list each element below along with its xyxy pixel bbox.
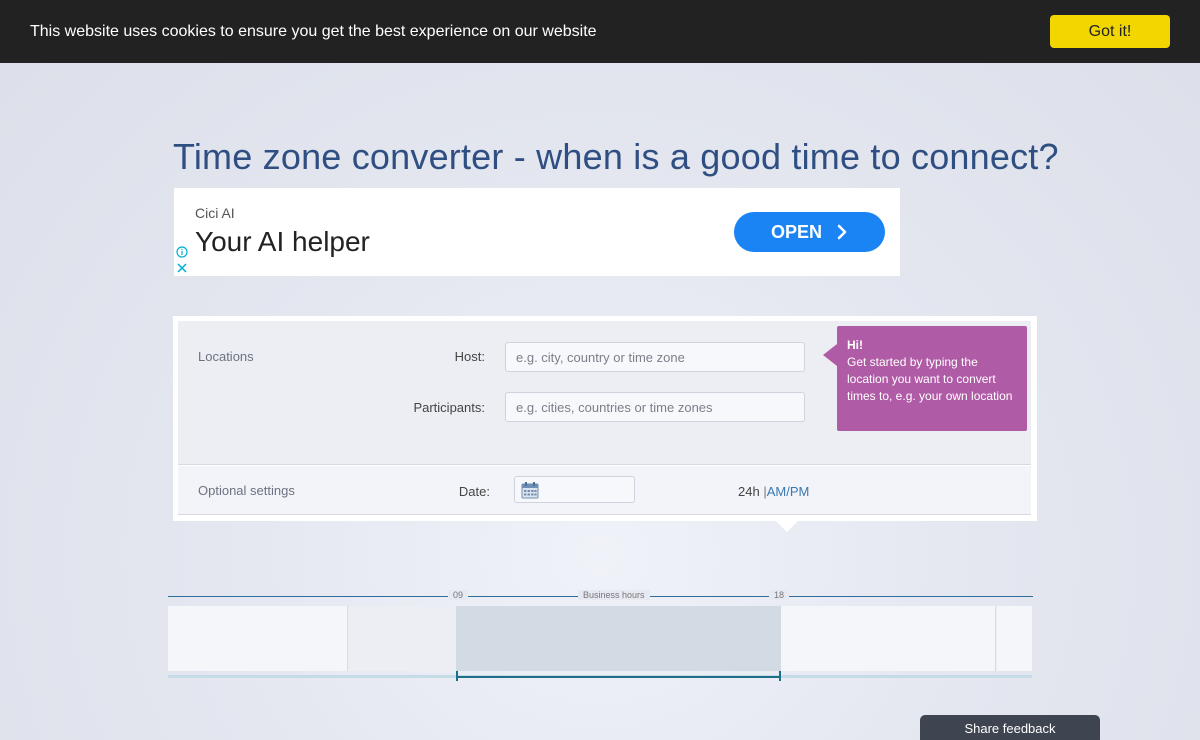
format-ampm-option[interactable]: AM/PM: [767, 484, 810, 499]
timeline-segment: [349, 606, 456, 671]
ad-open-button[interactable]: OPEN: [734, 212, 885, 252]
tooltip-body: Get started by typing the location you w…: [847, 355, 1013, 403]
cookie-message: This website uses cookies to ensure you …: [30, 22, 597, 40]
host-label: Host:: [454, 349, 485, 364]
form-pointer: [775, 520, 799, 532]
business-hours-block: [456, 606, 781, 671]
timeline-segment: [997, 606, 1032, 671]
tooltip-title: Hi!: [847, 338, 863, 352]
ad-banner[interactable]: Cici AI Your AI helper OPEN: [174, 188, 900, 276]
date-label: Date:: [458, 484, 490, 499]
business-hours-bracket: [456, 676, 781, 678]
optional-settings-label: Optional settings: [198, 483, 295, 498]
timeline-segment: [781, 606, 996, 671]
cookie-accept-button[interactable]: Got it!: [1050, 15, 1170, 48]
chevron-right-icon: [837, 224, 847, 240]
timeline-strip: [168, 606, 1032, 671]
host-input[interactable]: [505, 342, 805, 372]
bracket-start-tick: [456, 671, 458, 681]
bracket-end-tick: [779, 671, 781, 681]
ad-info-icon[interactable]: [176, 246, 188, 258]
ad-open-label: OPEN: [770, 221, 822, 242]
onboarding-tooltip: Hi! Get started by typing the location y…: [837, 326, 1027, 431]
locations-label: Locations: [198, 349, 254, 364]
date-input[interactable]: [514, 476, 635, 503]
format-24h-option[interactable]: 24h: [738, 484, 760, 499]
business-hours-label: Business hours: [578, 590, 650, 600]
calendar-icon[interactable]: [521, 481, 539, 499]
participants-input[interactable]: [505, 392, 805, 422]
timeline-segment: [168, 606, 348, 671]
tooltip-arrow: [823, 344, 837, 366]
business-end-hour: 18: [769, 590, 790, 600]
optional-settings-section: Optional settings Date: 24h |AM/PM: [178, 466, 1031, 515]
page-title: Time zone converter - when is a good tim…: [173, 136, 1059, 177]
participants-label: Participants:: [413, 400, 485, 415]
share-feedback-button[interactable]: Share feedback: [920, 715, 1100, 740]
ad-headline: Your AI helper: [195, 226, 370, 257]
cookie-banner: This website uses cookies to ensure you …: [0, 0, 1200, 63]
ad-brand: Cici AI: [195, 205, 235, 221]
ad-close-icon[interactable]: [176, 262, 188, 274]
business-start-hour: 09: [448, 590, 469, 600]
time-format-toggle: 24h |AM/PM: [738, 484, 809, 499]
